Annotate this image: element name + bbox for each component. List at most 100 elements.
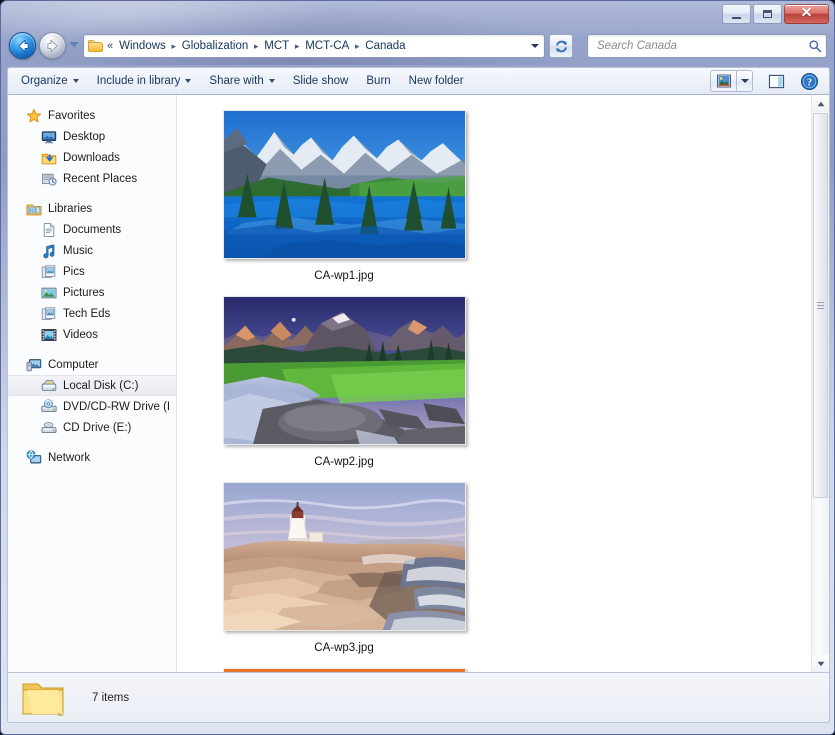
chevron-down-icon	[185, 79, 192, 83]
minimize-button[interactable]	[722, 4, 751, 24]
close-icon: ✕	[800, 6, 813, 21]
thumbnail-image-mountain-stream[interactable]	[222, 296, 466, 445]
help-button[interactable]: ?	[797, 70, 821, 92]
sidebar-item-dvd-cd-rw-drive[interactable]: DVD/CD-RW Drive (I	[8, 396, 176, 417]
star-icon	[26, 108, 42, 124]
network-icon	[26, 449, 42, 466]
sidebar-item-cd-drive-e[interactable]: CD Drive (E:)	[8, 417, 176, 438]
refresh-button[interactable]	[549, 34, 573, 58]
maximize-restore-button[interactable]	[753, 4, 782, 24]
music-note-icon	[41, 243, 57, 259]
breadcrumb-item-mct-ca[interactable]: MCT-CA	[302, 39, 352, 53]
address-bar[interactable]: « Windows ▸ Globalization ▸ MCT ▸ MCT-CA…	[83, 34, 545, 58]
breadcrumb-separator[interactable]: ▸	[251, 41, 261, 52]
sidebar-item-recent-places[interactable]: Recent Places	[8, 168, 176, 189]
view-options-dropdown[interactable]	[736, 70, 753, 92]
share-with-button[interactable]: Share with	[200, 70, 283, 92]
chevron-down-icon	[530, 44, 539, 48]
list-item[interactable]: CA-wp1.jpg	[187, 107, 501, 293]
recent-pages-button[interactable]	[69, 42, 79, 47]
preview-pane-icon	[768, 74, 784, 88]
list-item[interactable]: CA-wp3.jpg	[187, 479, 501, 665]
command-toolbar: Organize Include in library Share with S…	[7, 67, 830, 95]
file-name-label[interactable]: CA-wp1.jpg	[310, 269, 377, 283]
chevron-down-icon	[72, 79, 79, 83]
sidebar-item-music[interactable]: Music	[8, 240, 176, 261]
thumbnail-image-moraine-lake[interactable]	[222, 110, 466, 259]
breadcrumb-overflow[interactable]: «	[107, 40, 113, 52]
breadcrumb-separator[interactable]: ▸	[352, 41, 362, 52]
new-folder-button[interactable]: New folder	[400, 70, 473, 92]
breadcrumb-item-mct[interactable]: MCT	[261, 39, 292, 53]
minimize-icon	[732, 16, 741, 19]
title-bar[interactable]: ✕	[1, 1, 834, 29]
sidebar-item-pics[interactable]: Pics	[8, 261, 176, 282]
optical-drive-icon	[41, 398, 57, 415]
desktop-icon	[41, 129, 57, 145]
thumbnail-container[interactable]	[219, 107, 469, 262]
thumbnail-container[interactable]	[219, 293, 469, 448]
library-icon	[41, 306, 57, 322]
navigation-pane[interactable]: Favorites Desktop Downloads Recent Place…	[8, 95, 177, 672]
search-box[interactable]	[587, 34, 827, 58]
file-name-label[interactable]: CA-wp3.jpg	[310, 641, 377, 655]
sidebar-item-computer[interactable]: Computer	[8, 354, 176, 375]
slide-show-button[interactable]: Slide show	[284, 70, 358, 92]
include-in-library-button[interactable]: Include in library	[88, 70, 201, 92]
breadcrumb-item-windows[interactable]: Windows	[116, 39, 169, 53]
hard-drive-icon	[41, 378, 57, 394]
search-input[interactable]	[595, 39, 808, 53]
address-dropdown-button[interactable]	[527, 35, 542, 57]
search-icon[interactable]	[808, 39, 822, 53]
organize-button[interactable]: Organize	[12, 70, 88, 92]
chevron-down-icon	[740, 79, 749, 83]
sidebar-item-network[interactable]: Network	[8, 447, 176, 468]
thumbnail-image-peggys-cove-lighthouse[interactable]	[222, 482, 466, 631]
thumbnail-image-orange-sunset-islands[interactable]	[222, 668, 466, 672]
sidebar-item-downloads[interactable]: Downloads	[8, 147, 176, 168]
sidebar-item-favorites[interactable]: Favorites	[8, 105, 176, 126]
forward-button[interactable]	[39, 32, 66, 59]
thumbnail-container[interactable]	[219, 479, 469, 634]
close-button[interactable]: ✕	[784, 4, 829, 24]
breadcrumb-separator[interactable]: ▸	[292, 41, 302, 52]
breadcrumb-item-globalization[interactable]: Globalization	[179, 39, 251, 53]
library-icon	[41, 264, 57, 280]
breadcrumb-separator[interactable]: ▸	[169, 41, 179, 52]
thumbnail-grid: CA-wp1.jpg CA-wp2.jpg CA-wp3.jpg	[177, 95, 811, 672]
sidebar-item-libraries[interactable]: Libraries	[8, 198, 176, 219]
back-button[interactable]	[9, 32, 36, 59]
sidebar-label: Tech Eds	[63, 307, 111, 320]
scroll-thumb[interactable]	[813, 113, 828, 498]
sidebar-label: Network	[48, 451, 91, 464]
video-icon	[41, 327, 57, 343]
sidebar-item-local-disk-c[interactable]: Local Disk (C:)	[8, 375, 176, 396]
sidebar-item-desktop[interactable]: Desktop	[8, 126, 176, 147]
change-view-button[interactable]	[710, 70, 736, 92]
sidebar-label: CD Drive (E:)	[63, 421, 132, 434]
libraries-icon	[26, 201, 42, 217]
sidebar-item-documents[interactable]: Documents	[8, 219, 176, 240]
sidebar-item-pictures[interactable]: Pictures	[8, 282, 176, 303]
include-in-library-label: Include in library	[96, 75, 181, 87]
sidebar-item-videos[interactable]: Videos	[8, 324, 176, 345]
sidebar-label: Pics	[63, 265, 85, 278]
list-item[interactable]: CA-wp4.jpg	[187, 665, 501, 672]
scroll-down-button[interactable]	[812, 655, 829, 672]
sidebar-label: Music	[63, 244, 94, 257]
chevron-down-icon	[817, 661, 824, 666]
share-with-label: Share with	[209, 75, 264, 87]
burn-button[interactable]: Burn	[357, 70, 399, 92]
thumbnail-container[interactable]	[219, 665, 469, 672]
preview-pane-button[interactable]	[763, 70, 789, 92]
breadcrumb-item-canada[interactable]: Canada	[362, 39, 408, 53]
list-item[interactable]: CA-wp2.jpg	[187, 293, 501, 479]
sidebar-item-tech-eds[interactable]: Tech Eds	[8, 303, 176, 324]
sidebar-label: Libraries	[48, 202, 93, 215]
sidebar-label: Videos	[63, 328, 98, 341]
file-list-view[interactable]: CA-wp1.jpg CA-wp2.jpg CA-wp3.jpg	[177, 95, 829, 672]
file-name-label[interactable]: CA-wp2.jpg	[310, 455, 377, 469]
scroll-up-button[interactable]	[812, 95, 829, 112]
chevron-up-icon	[817, 101, 824, 106]
vertical-scrollbar[interactable]	[811, 95, 829, 672]
